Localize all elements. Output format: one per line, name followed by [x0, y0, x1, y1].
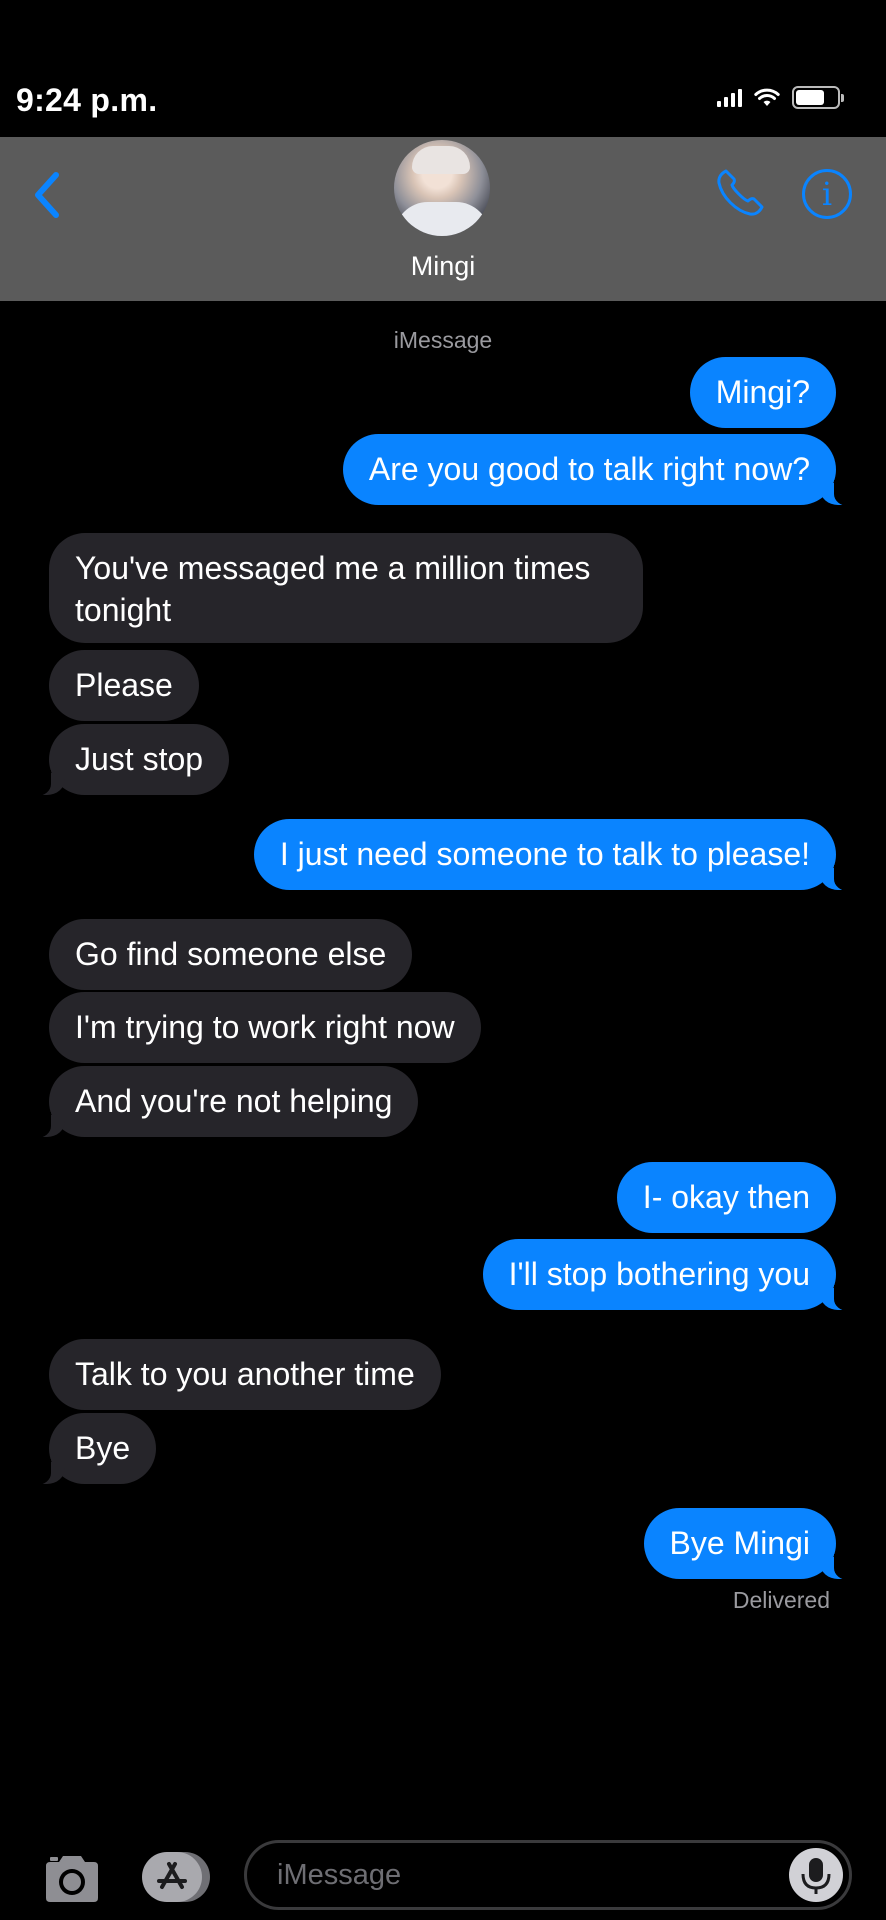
phone-icon[interactable]: [712, 165, 768, 221]
message-sent[interactable]: I'll stop bothering you: [482, 1239, 855, 1311]
microphone-button[interactable]: [789, 1848, 843, 1902]
message-input[interactable]: iMessage: [244, 1840, 852, 1910]
message-sent[interactable]: I- okay then: [616, 1162, 836, 1233]
delivery-status: Delivered: [732, 1587, 830, 1613]
info-icon[interactable]: i: [802, 169, 852, 219]
battery-icon: [792, 86, 844, 109]
message-sent[interactable]: Are you good to talk right now?: [342, 434, 855, 506]
message-received[interactable]: I'm trying to work right now: [49, 992, 481, 1063]
microphone-icon: [801, 1858, 831, 1894]
conversation-header: Mingi i: [0, 137, 886, 301]
message-sent[interactable]: I just need someone to talk to please!: [253, 819, 855, 891]
message-sent[interactable]: Bye Mingi: [643, 1508, 854, 1580]
message-received[interactable]: Please: [49, 650, 199, 721]
wifi-icon: [754, 88, 780, 106]
status-time: 9:24 p.m.: [16, 82, 158, 118]
app-store-button[interactable]: [142, 1852, 212, 1902]
signal-icon: [717, 88, 742, 107]
message-received[interactable]: Go find someone else: [49, 919, 413, 990]
camera-icon[interactable]: [42, 1854, 102, 1904]
message-received[interactable]: You've messaged me a million times tonig…: [49, 533, 643, 643]
chevron-left-icon[interactable]: [28, 167, 68, 223]
message-received[interactable]: Bye: [30, 1413, 157, 1485]
message-input-placeholder: iMessage: [277, 1859, 402, 1891]
status-icons: [717, 86, 844, 109]
app-store-icon: [157, 1862, 187, 1889]
message-received[interactable]: Just stop: [30, 724, 230, 796]
message-received[interactable]: And you're not helping: [30, 1066, 419, 1138]
message-sent[interactable]: Mingi?: [689, 357, 836, 428]
service-label: iMessage: [393, 327, 493, 353]
contact-name[interactable]: Mingi: [0, 251, 886, 282]
avatar[interactable]: [394, 140, 490, 236]
message-received[interactable]: Talk to you another time: [49, 1339, 441, 1410]
